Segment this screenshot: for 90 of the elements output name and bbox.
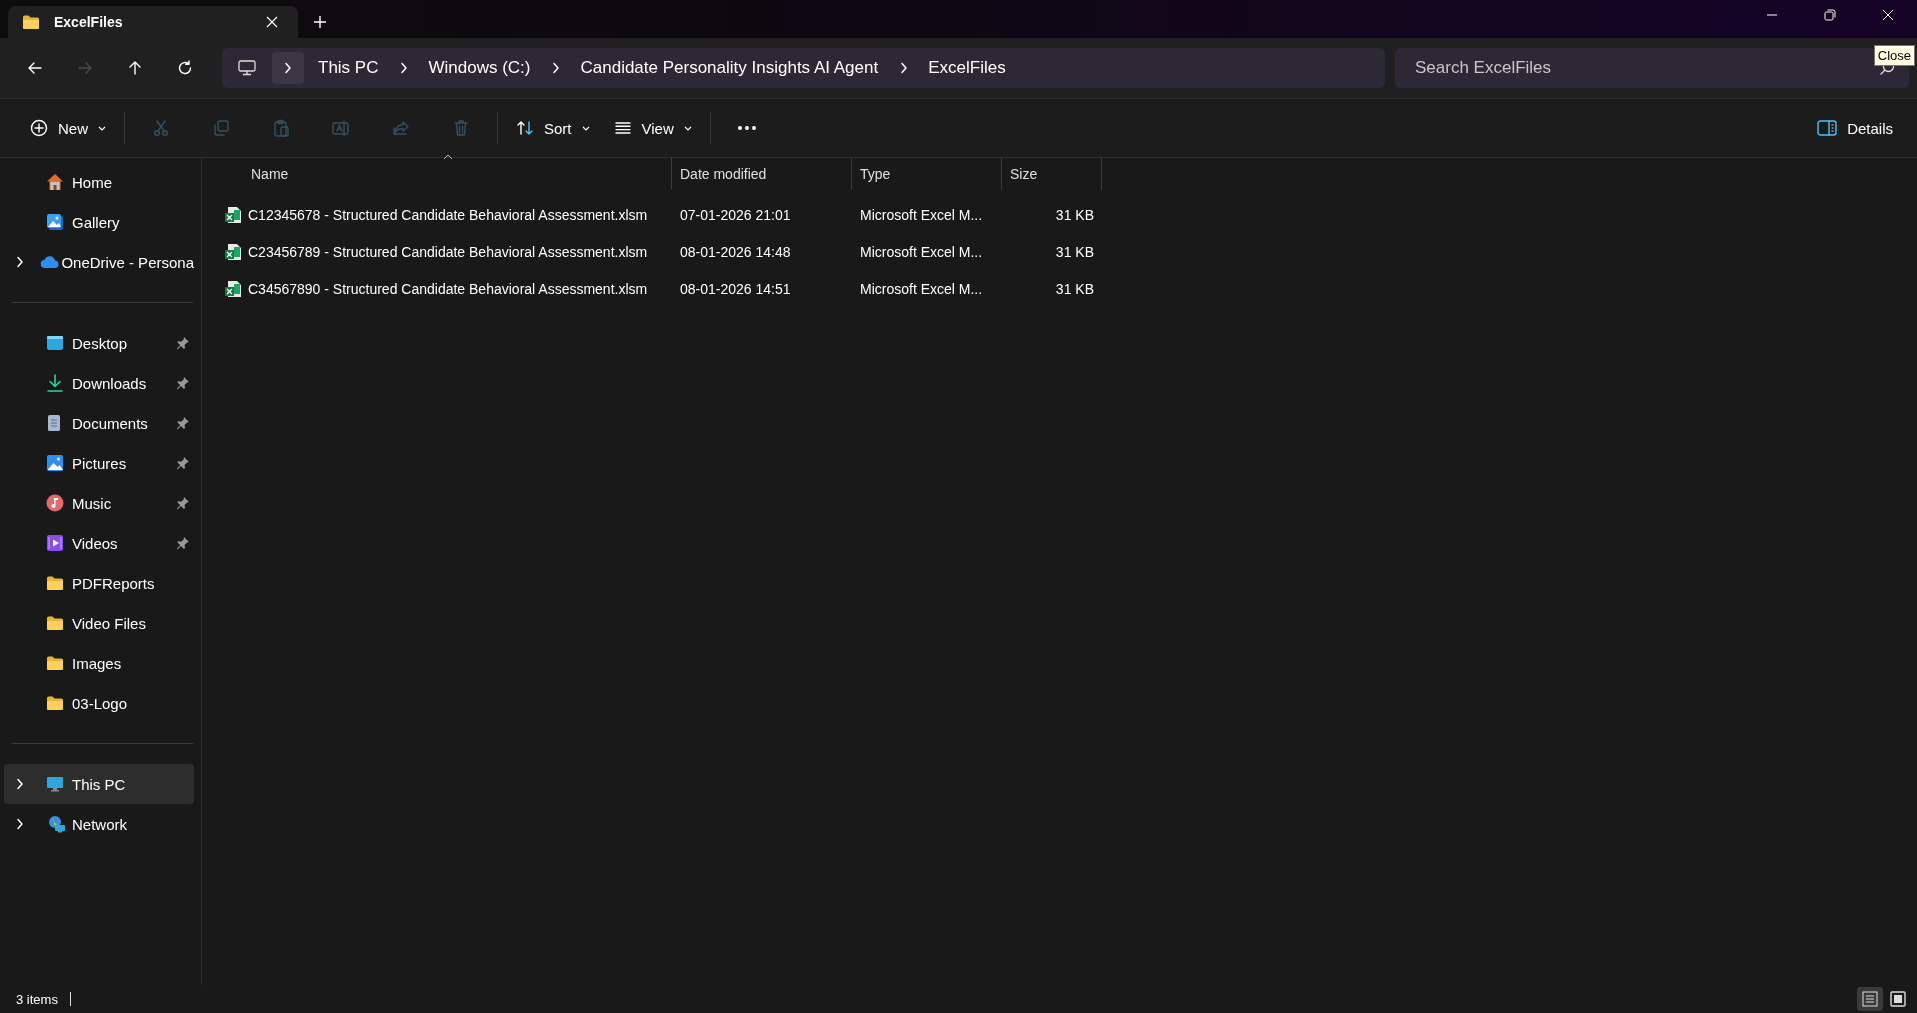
house-icon (46, 173, 64, 191)
excel-file-icon (224, 279, 242, 298)
pin-icon (176, 536, 190, 550)
sort-caret-icon (442, 154, 453, 160)
file-name[interactable]: C23456789 - Structured Candidate Behavioral Assessment.xlsm (246, 243, 648, 260)
folder-icon (46, 575, 64, 591)
sidebar-item[interactable]: Video Files (4, 603, 194, 643)
details-pane-icon (1817, 120, 1838, 136)
monitor-icon (46, 775, 64, 793)
chevron-icon (284, 62, 292, 74)
details-view-icon (1862, 991, 1878, 1007)
item-count: 3 items (16, 991, 58, 1007)
caret-icon (683, 125, 692, 131)
pin-icon (176, 376, 190, 390)
tiles-view-icon (1890, 991, 1906, 1007)
details-button[interactable]: Details (1805, 108, 1905, 148)
sidebar-item[interactable]: PDFReports (4, 563, 194, 603)
sidebar-item[interactable]: 03-Logo (4, 683, 194, 723)
breadcrumb[interactable]: Windows (C:) (422, 54, 537, 82)
view-button[interactable]: View (601, 108, 704, 148)
column-header[interactable]: Type (852, 158, 1002, 190)
address-bar[interactable]: This PC Windows (C:) Candidate Personality Insights AI Agent ExcelFiles (222, 48, 1385, 88)
breadcrumb[interactable]: Candidate Personality Insights AI Agent (574, 54, 885, 82)
folder-icon (46, 695, 64, 711)
table-cell-text: 31 KB (1054, 206, 1094, 223)
caret-icon (581, 125, 590, 131)
details-view-button[interactable] (1857, 987, 1883, 1011)
breadcrumb[interactable]: This PC (312, 54, 385, 82)
file-name[interactable]: C12345678 - Structured Candidate Behavioral Assessment.xlsm (246, 206, 648, 223)
sidebar-item[interactable]: Music (4, 483, 194, 523)
document-icon (46, 414, 62, 432)
pin-icon (176, 496, 190, 510)
expand-path-button[interactable] (272, 52, 304, 84)
caret-icon (98, 125, 106, 131)
sidebar-item[interactable]: This PC (4, 764, 194, 804)
sidebar-item[interactable]: Downloads (4, 363, 194, 403)
excel-file-icon (224, 242, 242, 261)
chevron-icon (552, 62, 561, 74)
table-cell-text: Microsoft Excel M... (859, 243, 984, 260)
sidebar-item[interactable]: Desktop (4, 323, 194, 363)
window-tab[interactable]: ExcelFiles (8, 6, 298, 38)
close-icon (1882, 9, 1894, 21)
chevron-icon (16, 778, 24, 790)
desktop-icon (46, 335, 64, 351)
chevron-icon (900, 62, 909, 74)
sort-button[interactable]: Sort (504, 108, 602, 148)
sidebar-item[interactable]: Gallery (4, 202, 194, 242)
sidebar-item[interactable]: Documents (4, 403, 194, 443)
folder-icon (22, 14, 40, 30)
close-icon (266, 16, 278, 28)
tab-title: ExcelFiles (54, 14, 124, 30)
chevron-icon (16, 818, 24, 830)
globe-computer-icon (46, 815, 66, 833)
pin-icon (176, 456, 190, 470)
cloud-icon (40, 255, 61, 269)
tooltip: Close (1873, 45, 1915, 66)
table-cell-text: 31 KB (1054, 280, 1094, 297)
chevron-icon (400, 62, 409, 74)
chevron-icon (16, 256, 24, 268)
restore-icon (1824, 9, 1836, 21)
table-cell-text: 31 KB (1054, 243, 1094, 260)
table-cell-text: 08-01-2026 14:48 (679, 243, 792, 260)
folder-icon (46, 615, 64, 631)
table-cell-text: 07-01-2026 21:01 (679, 206, 792, 223)
file-name[interactable]: C34567890 - Structured Candidate Behavioral Assessment.xlsm (246, 280, 648, 297)
video-icon (46, 534, 64, 552)
excel-file-icon (224, 205, 242, 224)
sidebar-item[interactable]: Home (4, 162, 194, 202)
download-icon (46, 374, 64, 392)
music-note-icon (46, 494, 64, 512)
folder-icon (46, 655, 64, 671)
monitor-icon (238, 60, 256, 76)
table-cell-text: Microsoft Excel M... (859, 280, 984, 297)
plus-icon (313, 15, 327, 29)
sidebar-item[interactable]: Videos (4, 523, 194, 563)
breadcrumb[interactable]: ExcelFiles (922, 54, 1012, 82)
pictures-icon (46, 454, 64, 472)
column-header[interactable]: Size (1002, 158, 1102, 190)
table-cell-text: Microsoft Excel M... (859, 206, 984, 223)
sidebar-item[interactable]: Pictures (4, 443, 194, 483)
table-cell-text: 08-01-2026 14:51 (679, 280, 792, 297)
pin-icon (176, 416, 190, 430)
pin-icon (176, 336, 190, 350)
new-button[interactable]: New (18, 108, 118, 148)
column-header[interactable]: Name (214, 158, 672, 190)
sidebar-item[interactable]: OneDrive - Persona (4, 242, 194, 282)
sidebar-item[interactable]: Images (4, 643, 194, 683)
gallery-icon (46, 213, 64, 231)
column-header[interactable]: Date modified (672, 158, 852, 190)
sidebar-item[interactable]: Network (4, 804, 194, 844)
